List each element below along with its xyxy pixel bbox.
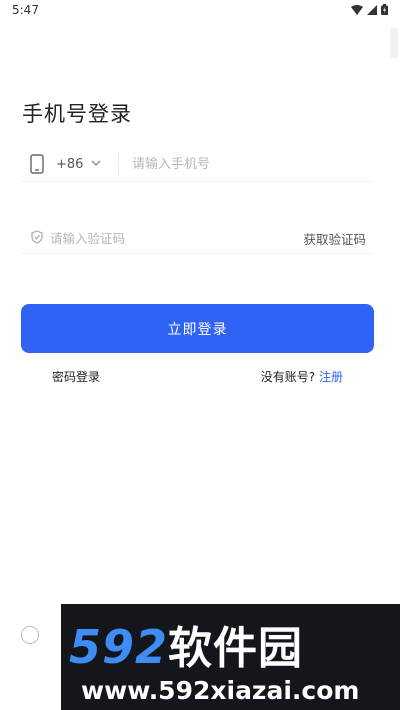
verification-code-input[interactable] — [50, 226, 250, 250]
watermark-brand: 592软件园 — [69, 612, 303, 676]
status-bar: 5:47 — [0, 0, 400, 24]
password-login-link[interactable]: 密码登录 — [52, 368, 100, 385]
country-code-select[interactable]: +86 — [56, 157, 83, 172]
divider — [118, 154, 119, 174]
watermark-logo: 592软件园 www.592xiazai.com — [61, 604, 400, 710]
watermark-brand-number: 592 — [69, 620, 169, 674]
phone-input[interactable] — [132, 152, 372, 176]
status-time: 5:47 — [12, 3, 39, 17]
code-row: 获取验证码 — [22, 222, 374, 254]
wifi-icon — [351, 4, 363, 15]
agreement-radio[interactable] — [21, 626, 39, 644]
register-link[interactable]: 注册 — [319, 370, 343, 384]
get-code-button[interactable]: 获取验证码 — [303, 229, 366, 248]
signal-icon — [367, 4, 377, 15]
chevron-down-icon[interactable] — [90, 157, 102, 169]
phone-row: +86 — [22, 146, 374, 182]
watermark-url: www.592xiazai.com — [81, 676, 360, 705]
scrollbar[interactable] — [390, 28, 398, 58]
login-button[interactable]: 立即登录 — [21, 304, 374, 353]
phone-icon — [30, 154, 44, 174]
shield-icon — [31, 230, 43, 244]
register-row: 没有账号? 注册 — [261, 368, 343, 385]
no-account-text: 没有账号? — [260, 370, 316, 384]
watermark-brand-text: 软件园 — [168, 623, 304, 674]
page-title: 手机号登录 — [22, 102, 132, 126]
status-icons — [351, 4, 388, 15]
battery-icon — [381, 4, 388, 15]
